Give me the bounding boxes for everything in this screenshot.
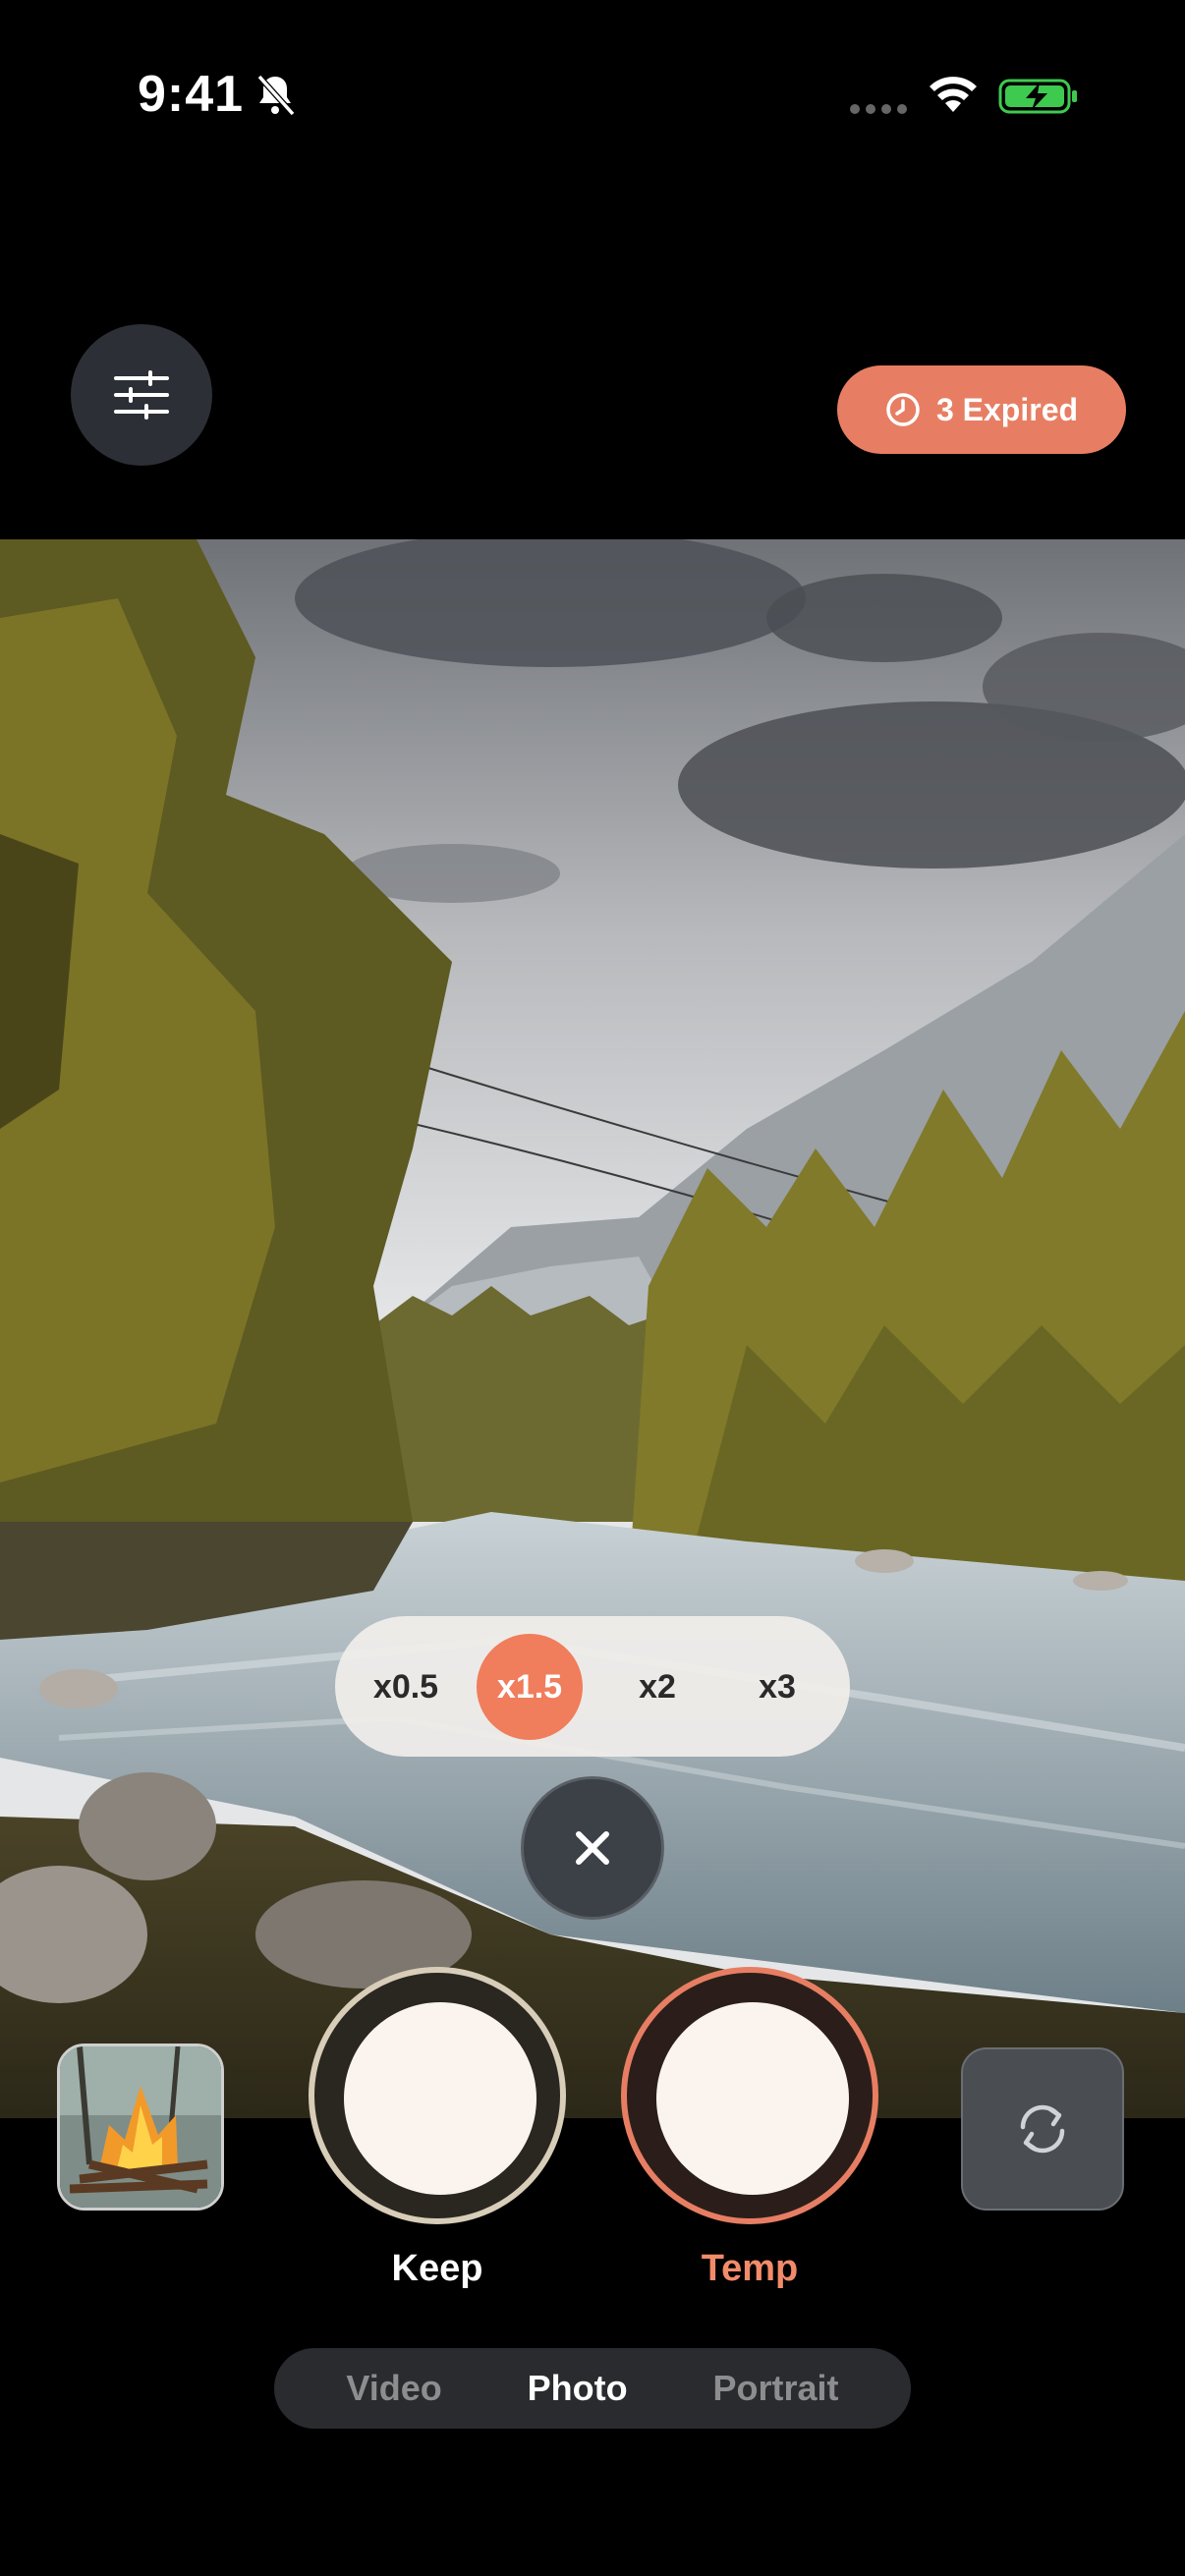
close-zoom-button[interactable] [521,1776,664,1920]
expired-badge-button[interactable]: 3 Expired [837,365,1126,454]
last-photo-thumbnail [60,2046,221,2208]
sliders-icon [114,370,169,420]
signal-dots-icon [850,104,907,114]
close-icon [576,1831,609,1865]
expired-label: 3 Expired [935,391,1079,427]
temp-label: Temp [701,2248,799,2289]
status-time: 9:41 [138,66,245,123]
mode-portrait[interactable]: Portrait [713,2368,839,2409]
clock-icon [886,393,920,426]
zoom-option-1-5[interactable]: x1.5 [477,1634,583,1740]
mode-switcher: Video Photo Portrait [274,2348,911,2429]
camera-screen: 9:41 3 Expired x0.5 x1.5 x2 x3 Keep Temp… [0,0,1185,2576]
battery-charging-icon [998,79,1077,114]
keep-shutter-inner [344,2002,536,2195]
mode-photo[interactable]: Photo [528,2368,628,2409]
zoom-option-3[interactable]: x3 [724,1640,830,1734]
keep-label: Keep [391,2248,483,2289]
zoom-option-0-5[interactable]: x0.5 [353,1640,459,1734]
camera-flip-icon [1020,2104,1065,2154]
keep-shutter-button[interactable] [309,1967,566,2224]
temp-shutter-button[interactable] [621,1967,878,2224]
zoom-option-2[interactable]: x2 [604,1640,710,1734]
flip-camera-button[interactable] [961,2047,1124,2211]
zoom-selector: x0.5 x1.5 x2 x3 [335,1616,850,1757]
temp-shutter-inner [656,2002,849,2195]
settings-button[interactable] [71,324,212,466]
wifi-icon [930,77,977,112]
bell-slash-icon [256,74,296,117]
gallery-thumbnail-button[interactable] [57,2044,224,2211]
mode-video[interactable]: Video [346,2368,441,2409]
